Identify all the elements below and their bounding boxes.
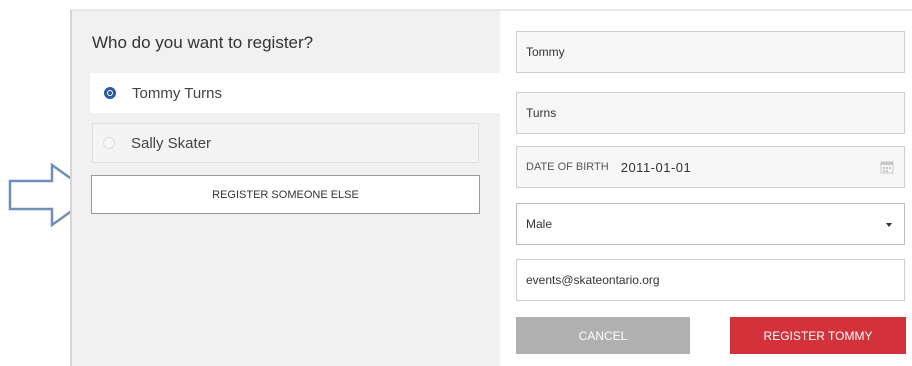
gender-value: Male: [526, 217, 553, 231]
register-someone-else-button[interactable]: REGISTER SOMEONE ELSE: [91, 175, 480, 214]
first-name-field[interactable]: Tommy: [516, 31, 905, 73]
date-of-birth-field[interactable]: DATE OF BIRTH 2011-01-01: [516, 146, 905, 188]
cancel-button[interactable]: CANCEL: [516, 317, 690, 354]
first-name-value: Tommy: [526, 45, 565, 59]
email-field[interactable]: events@skateontario.org: [516, 259, 905, 301]
register-submit-button[interactable]: REGISTER TOMMY: [730, 317, 906, 354]
caret-down-icon: [886, 223, 892, 227]
participant-option-sally[interactable]: Sally Skater: [92, 123, 479, 163]
participant-form: Tommy Turns DATE OF BIRTH 2011-01-01 Mal…: [500, 11, 912, 366]
registration-panel: Who do you want to register? Tommy Turns…: [70, 9, 912, 366]
participant-option-label: Sally Skater: [131, 134, 212, 152]
radio-unselected-icon[interactable]: [103, 137, 115, 149]
date-of-birth-value: 2011-01-01: [620, 159, 692, 175]
gender-select[interactable]: Male: [516, 203, 905, 245]
participant-option-tommy[interactable]: Tommy Turns: [90, 73, 500, 113]
participant-selector: Who do you want to register? Tommy Turns…: [72, 11, 500, 366]
calendar-icon[interactable]: [880, 160, 894, 174]
email-value: events@skateontario.org: [526, 273, 660, 287]
date-of-birth-label: DATE OF BIRTH: [526, 161, 609, 173]
radio-selected-icon[interactable]: [104, 87, 116, 99]
last-name-field[interactable]: Turns: [516, 92, 905, 134]
participant-option-label: Tommy Turns: [132, 84, 223, 102]
selector-heading: Who do you want to register?: [92, 33, 314, 52]
last-name-value: Turns: [526, 106, 557, 120]
